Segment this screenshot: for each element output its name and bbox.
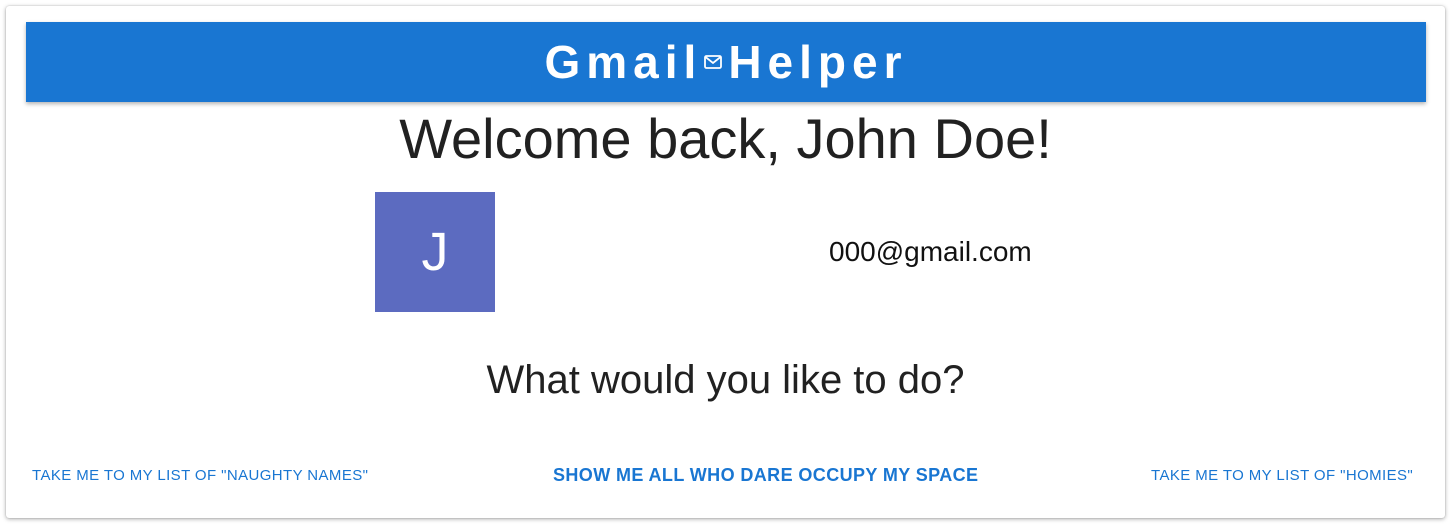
- mail-icon: [704, 55, 723, 69]
- prompt-question: What would you like to do?: [486, 358, 965, 402]
- avatar-letter: J: [421, 222, 449, 282]
- app-title: Gmail Helper: [545, 35, 908, 89]
- app-bar: Gmail Helper: [26, 22, 1426, 102]
- naughty-names-button[interactable]: Take me to my list of "naughty names": [28, 462, 372, 490]
- homies-button[interactable]: Take me to my list of "homies": [1147, 462, 1417, 490]
- user-email: 000@gmail.com: [829, 236, 1032, 267]
- app-title-gmail: Gmail: [544, 36, 703, 88]
- app-title-helper: Helper: [728, 36, 908, 88]
- avatar: J: [375, 192, 495, 312]
- welcome-heading: Welcome back, John Doe!: [399, 107, 1052, 170]
- show-occupants-button[interactable]: Show me all who dare occupy my space: [549, 461, 982, 489]
